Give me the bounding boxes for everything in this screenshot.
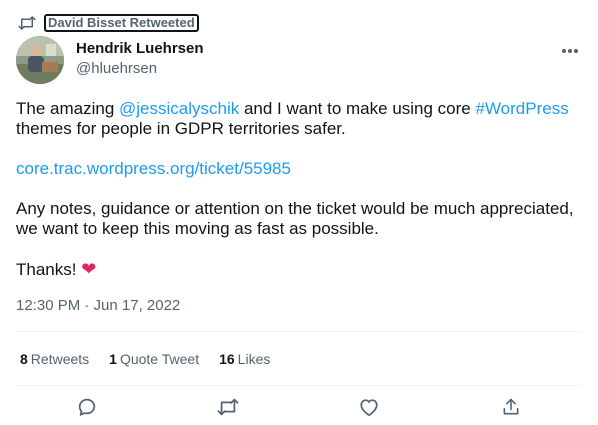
action-bar: [0, 396, 598, 422]
divider: [16, 385, 582, 386]
tweet-paragraph-3: Any notes, guidance or attention on the …: [16, 199, 574, 238]
hashtag-link[interactable]: #WordPress: [475, 99, 568, 118]
author-name[interactable]: Hendrik Luehrsen: [76, 39, 204, 59]
ticket-link[interactable]: core.trac.wordpress.org/ticket/55985: [16, 159, 291, 178]
quote-tweets-stat[interactable]: 1 Quote Tweet: [109, 349, 199, 369]
retweet-icon: [217, 397, 239, 422]
retweet-context: David Bisset Retweeted: [18, 13, 199, 33]
author-handle[interactable]: @hluehrsen: [76, 59, 204, 79]
share-button[interactable]: [498, 396, 524, 422]
retweeted-by-link[interactable]: David Bisset Retweeted: [44, 14, 199, 32]
share-icon: [501, 397, 521, 422]
reply-button[interactable]: [74, 396, 100, 422]
reply-icon: [76, 396, 98, 423]
engagement-stats: 8 Retweets 1 Quote Tweet 16 Likes: [20, 349, 270, 369]
retweet-icon: [18, 15, 36, 31]
author-block: Hendrik Luehrsen @hluehrsen: [76, 39, 204, 79]
tweet-paragraph-2: core.trac.wordpress.org/ticket/55985: [16, 159, 586, 179]
tweet-paragraph-4: Thanks! ❤: [16, 259, 97, 279]
tweet-text: The amazing @jessicalyschik and I want t…: [16, 99, 586, 300]
divider: [16, 331, 582, 332]
retweets-stat[interactable]: 8 Retweets: [20, 349, 89, 369]
more-button[interactable]: [556, 40, 584, 60]
tweet-timestamp[interactable]: 12:30 PM · Jun 17, 2022: [16, 296, 180, 316]
like-icon: [358, 397, 380, 422]
more-dots-icon: [561, 41, 579, 59]
heart-emoji-icon: ❤: [81, 259, 97, 279]
tweet-paragraph-1: The amazing @jessicalyschik and I want t…: [16, 99, 569, 138]
mention-link[interactable]: @jessicalyschik: [119, 99, 239, 118]
retweet-button[interactable]: [215, 396, 241, 422]
like-button[interactable]: [356, 396, 382, 422]
avatar[interactable]: [16, 36, 64, 84]
likes-stat[interactable]: 16 Likes: [219, 349, 270, 369]
